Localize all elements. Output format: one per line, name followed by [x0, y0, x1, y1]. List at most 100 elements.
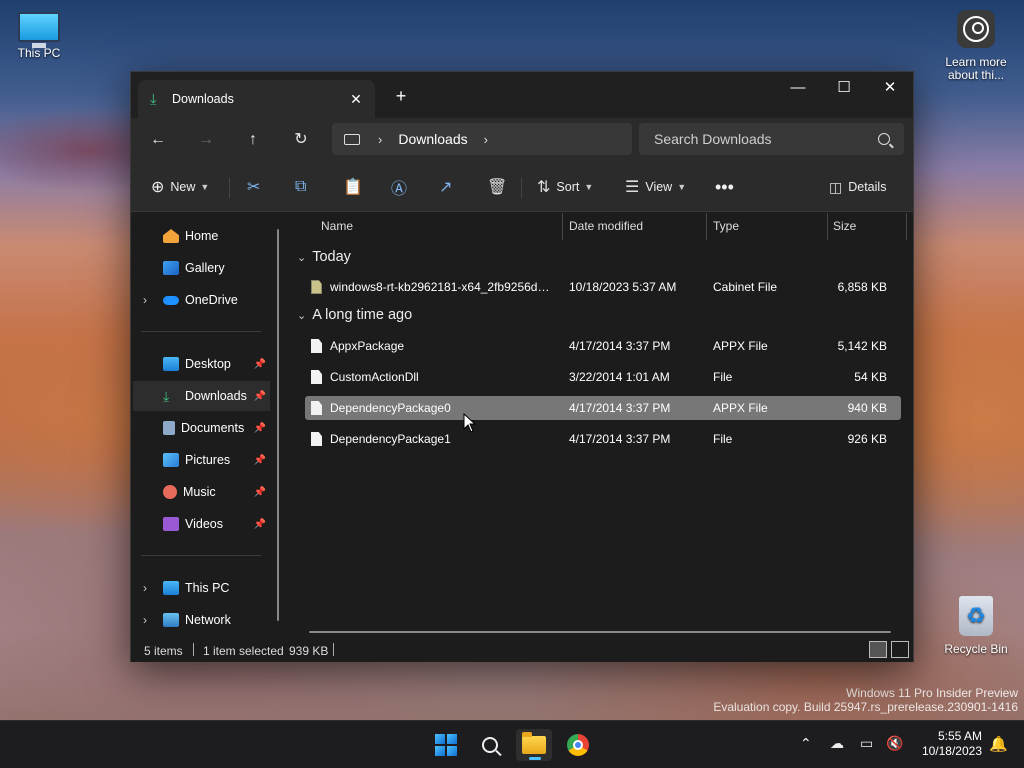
close-tab-icon[interactable]: ✕ — [345, 88, 367, 110]
file-date: 3/22/2014 1:01 AM — [569, 370, 670, 384]
sidebar-item-gallery[interactable]: Gallery — [133, 253, 270, 283]
file-row[interactable]: windows8-rt-kb2962181-x64_2fb9256d6b... 1… — [305, 275, 901, 299]
notification-bell-icon[interactable]: 🔔 — [989, 735, 1008, 753]
download-icon: ⤓ — [150, 90, 157, 108]
share-icon: ↗ — [439, 179, 453, 196]
new-tab-button[interactable]: + — [389, 84, 413, 108]
breadcrumb-downloads[interactable]: Downloads — [398, 131, 467, 147]
chevron-right-icon[interactable]: › — [143, 293, 147, 307]
delete-button[interactable]: 🗑 — [487, 173, 513, 201]
file-explorer-window: ⤓ Downloads ✕ + — ☐ ✕ ← → ↑ ↻ › Download… — [130, 71, 914, 662]
sidebar-item-label: Documents — [181, 421, 245, 435]
file-type: APPX File — [713, 339, 768, 353]
sidebar-item-home[interactable]: Home — [133, 221, 270, 251]
sidebar-item-onedrive[interactable]: › OneDrive — [133, 285, 270, 315]
file-row[interactable]: CustomActionDll 3/22/2014 1:01 AM File 54 K… — [305, 365, 901, 389]
clipboard-icon: 📋 — [343, 179, 363, 196]
tiles-view-button[interactable] — [891, 641, 909, 658]
new-button[interactable]: ⊕ New ▼ — [151, 173, 209, 201]
share-button[interactable]: ↗ — [439, 173, 458, 201]
sidebar-item-network[interactable]: › Network — [133, 605, 270, 635]
sidebar-item-this-pc[interactable]: › This PC — [133, 573, 270, 603]
tab-downloads[interactable]: ⤓ Downloads ✕ — [138, 80, 375, 118]
show-hidden-icons-button[interactable]: ⌃ — [800, 735, 812, 752]
sidebar-scrollbar[interactable] — [277, 229, 279, 621]
file-name: DependencyPackage1 — [330, 432, 451, 446]
gallery-icon — [163, 261, 179, 275]
copy-icon: ⧉ — [295, 178, 307, 195]
document-icon — [163, 421, 175, 435]
up-button[interactable]: ↑ — [238, 126, 268, 154]
pin-icon[interactable]: 📌 — [254, 455, 266, 466]
sidebar-item-documents[interactable]: Documents 📌 — [133, 413, 270, 443]
navigation-pane: Home Gallery › OneDrive Desktop 📌 ⤓ Down… — [131, 213, 289, 638]
chrome-taskbar-button[interactable] — [560, 729, 596, 761]
minimize-button[interactable]: — — [775, 74, 821, 102]
start-button[interactable] — [428, 729, 464, 761]
tab-title: Downloads — [172, 92, 234, 106]
file-row[interactable]: DependencyPackage1 4/17/2014 3:37 PM File 9… — [305, 427, 901, 451]
file-icon — [311, 432, 322, 446]
pin-icon[interactable]: 📌 — [254, 423, 266, 434]
sidebar-item-label: Downloads — [185, 389, 247, 403]
file-list: Name Date modified Type Size ⌄ Today ⌄ A … — [289, 213, 913, 638]
forward-button[interactable]: → — [191, 126, 221, 154]
group-today[interactable]: ⌄ Today — [297, 249, 351, 265]
refresh-button[interactable]: ↻ — [286, 126, 316, 154]
desktop-this-pc-icon[interactable]: This PC — [10, 12, 68, 60]
pin-icon[interactable]: 📌 — [254, 391, 266, 402]
back-button[interactable]: ← — [143, 126, 173, 154]
sidebar-item-videos[interactable]: Videos 📌 — [133, 509, 270, 539]
cabinet-file-icon — [311, 280, 322, 294]
cut-button[interactable]: ✂ — [247, 173, 266, 201]
chevron-down-icon: ⌄ — [297, 251, 307, 264]
sidebar-item-desktop[interactable]: Desktop 📌 — [133, 349, 270, 379]
file-row[interactable]: DependencyPackage0 4/17/2014 3:37 PM APPX … — [305, 396, 901, 420]
rename-button[interactable]: Ⓐ — [391, 173, 413, 201]
pin-icon[interactable]: 📌 — [254, 487, 266, 498]
column-header-type[interactable]: Type — [713, 213, 739, 240]
desktop-learn-more-icon[interactable]: Learn more about thi... — [940, 10, 1012, 82]
plus-circle-icon: ⊕ — [151, 179, 165, 196]
pin-icon[interactable]: 📌 — [254, 359, 266, 370]
view-label: View — [645, 180, 673, 194]
paste-button[interactable]: 📋 — [343, 173, 369, 201]
maximize-button[interactable]: ☐ — [821, 74, 867, 102]
close-window-button[interactable]: ✕ — [867, 74, 913, 102]
file-icon — [311, 401, 322, 415]
chevron-right-icon[interactable]: › — [143, 581, 147, 595]
group-long-ago[interactable]: ⌄ A long time ago — [297, 307, 412, 323]
clock-time: 5:55 AM — [937, 729, 982, 743]
chevron-right-icon[interactable]: › — [378, 132, 382, 147]
volume-muted-icon[interactable]: 🔇 — [886, 735, 903, 752]
sidebar-item-music[interactable]: Music 📌 — [133, 477, 270, 507]
column-header-name[interactable]: Name — [321, 213, 353, 240]
sidebar-item-downloads[interactable]: ⤓ Downloads 📌 — [133, 381, 270, 411]
chevron-right-icon[interactable]: › — [484, 132, 488, 147]
column-header-size[interactable]: Size — [833, 213, 856, 240]
search-box[interactable]: Search Downloads — [639, 123, 904, 155]
network-tray-icon[interactable]: ▭ — [860, 735, 873, 752]
horizontal-scrollbar[interactable] — [309, 631, 891, 633]
desktop-recycle-bin-icon[interactable]: ♻ Recycle Bin — [940, 596, 1012, 656]
sidebar-item-label: Music — [183, 485, 216, 499]
file-explorer-taskbar-button[interactable] — [516, 729, 552, 761]
file-type: File — [713, 370, 733, 384]
onedrive-tray-icon[interactable]: ☁ — [830, 735, 844, 752]
clock[interactable]: 5:55 AM 10/18/2023 — [922, 729, 982, 759]
copy-button[interactable]: ⧉ — [295, 173, 312, 201]
search-button[interactable] — [472, 729, 508, 761]
sort-button[interactable]: ⇅ Sort ▼ — [537, 173, 593, 201]
column-header-date[interactable]: Date modified — [569, 213, 643, 240]
file-row[interactable]: AppxPackage 4/17/2014 3:37 PM APPX File 5,1… — [305, 334, 901, 358]
pin-icon[interactable]: 📌 — [254, 519, 266, 530]
search-input[interactable]: Search Downloads — [654, 131, 878, 147]
chevron-right-icon[interactable]: › — [143, 613, 147, 627]
group-label: Today — [312, 249, 351, 265]
view-button[interactable]: ☰ View ▼ — [625, 173, 686, 201]
details-view-button[interactable] — [869, 641, 887, 658]
more-options-button[interactable]: ••• — [715, 173, 734, 201]
sidebar-item-pictures[interactable]: Pictures 📌 — [133, 445, 270, 475]
address-bar[interactable]: › Downloads › — [332, 123, 632, 155]
details-button[interactable]: ◫ Details — [829, 173, 886, 201]
